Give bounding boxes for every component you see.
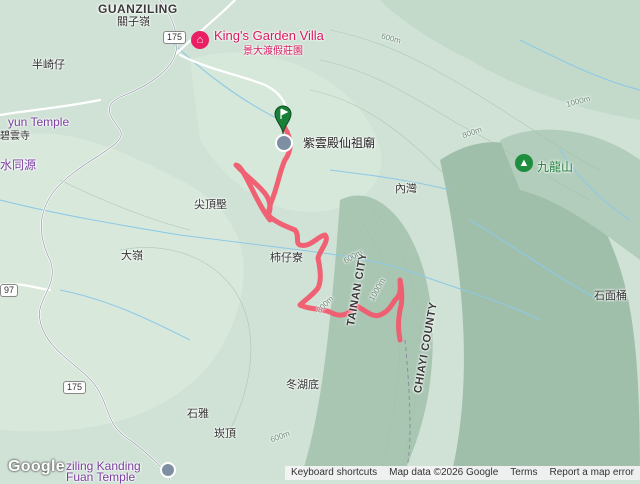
place-label-shuiyuan[interactable]: 水同源	[0, 156, 36, 173]
place-label-dalian: 大嶺	[121, 250, 143, 262]
hotel-label[interactable]: King's Garden Villa	[214, 28, 324, 43]
map-data-text: Map data ©2026 Google	[389, 467, 499, 478]
place-label-shiya: 石雅	[187, 408, 209, 420]
peak-label-jiulongshan[interactable]: 九龍山	[537, 158, 573, 175]
route-shield-175-top: 175	[163, 31, 187, 44]
route-shield-175-bottom: 175	[63, 381, 87, 394]
place-label-jiandingqiao: 尖頂壂	[194, 199, 227, 211]
kanding-temple-pin-icon[interactable]	[160, 462, 176, 478]
terms-link[interactable]: Terms	[504, 466, 543, 480]
temple-label-left-zh[interactable]: 碧雲寺	[0, 127, 30, 142]
hotel-label-zh[interactable]: 景大渡假莊園	[243, 42, 303, 57]
start-flag-icon[interactable]	[273, 105, 293, 135]
google-logo: Google	[8, 458, 65, 475]
map-attribution-bar: Keyboard shortcuts Map data ©2026 Google…	[284, 466, 640, 480]
temple-label-kanding-2[interactable]: Fuan Temple	[66, 470, 135, 484]
town-label-guanziling-zh: 關子嶺	[117, 16, 150, 28]
terrain-map[interactable]	[0, 0, 640, 480]
place-label-banqizai: 半崎仔	[32, 59, 65, 71]
hotel-pin-icon[interactable]: ⌂	[191, 31, 209, 49]
report-map-error-link[interactable]: Report a map error	[544, 466, 640, 480]
place-label-shimiantong: 石面桶	[594, 290, 627, 302]
temple-label-main[interactable]: 紫雲殿仙祖廟	[303, 134, 375, 151]
route-shield-97: 97	[0, 284, 19, 297]
place-label-yanding: 崁頂	[214, 428, 236, 440]
place-label-shiziliao: 柿仔寮	[270, 252, 303, 264]
peak-pin-icon[interactable]: ▲	[515, 154, 533, 172]
keyboard-shortcuts-link[interactable]: Keyboard shortcuts	[285, 466, 383, 480]
place-label-donghudi: 冬湖底	[286, 379, 319, 391]
place-label-neiwan: 內灣	[395, 183, 417, 195]
temple-pin-icon[interactable]	[275, 134, 293, 152]
